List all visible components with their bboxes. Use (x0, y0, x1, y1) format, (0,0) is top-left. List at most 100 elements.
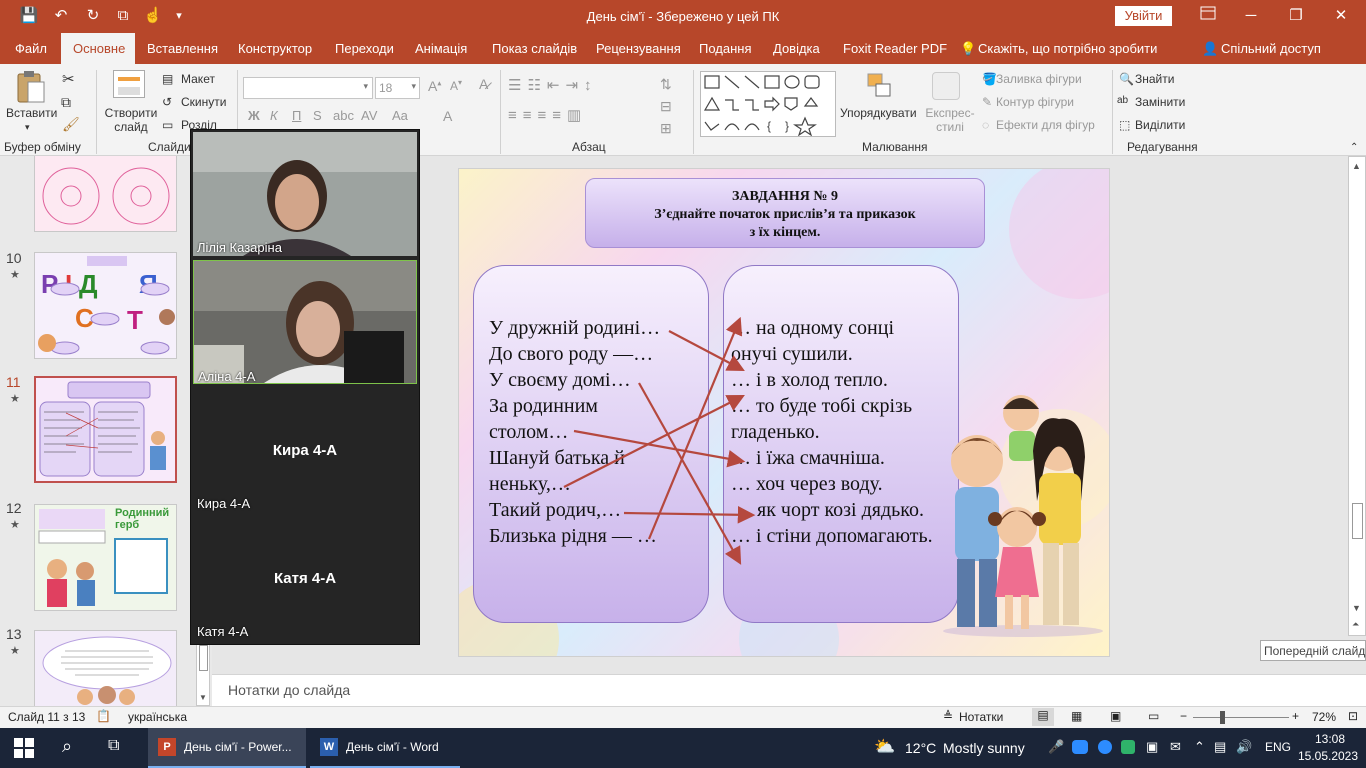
taskbar-powerpoint[interactable]: P День сім'ї - Power... (148, 728, 306, 768)
layout-button[interactable]: Макет (181, 72, 215, 86)
weather-desc[interactable]: Mostly sunny (943, 740, 1025, 756)
volume-icon[interactable]: 🔊 (1236, 739, 1252, 755)
cut-icon[interactable]: ✂ (62, 70, 75, 88)
scroll-up-icon[interactable]: ▲ (1352, 161, 1361, 171)
task-view-icon[interactable]: ⧉ (108, 737, 119, 755)
paste-dropdown-icon[interactable]: ▾ (25, 122, 30, 133)
ribbon-display-options-icon[interactable] (1197, 6, 1219, 26)
find-button[interactable]: Знайти (1135, 72, 1174, 86)
clock-date[interactable]: 15.05.2023 (1296, 749, 1360, 763)
signin-button[interactable]: Увійти (1115, 6, 1172, 26)
quick-styles-icon[interactable] (932, 72, 960, 100)
video-tile-participant-2[interactable]: Аліна 4-А (193, 260, 417, 384)
restore-button[interactable]: ❐ (1285, 6, 1307, 26)
meet-tray-icon[interactable] (1098, 740, 1112, 754)
video-tile-participant-4[interactable]: Катя 4-А Катя 4-А (193, 516, 417, 640)
replace-button[interactable]: Замінити (1135, 95, 1185, 109)
clear-formatting-icon[interactable]: A̷ (479, 76, 488, 92)
slide-thumbnail-10[interactable]: PIДЯСТ (34, 252, 177, 359)
tab-slideshow[interactable]: Показ слайдів (492, 41, 577, 56)
select-button[interactable]: Виділити (1135, 118, 1185, 132)
strikethrough-button[interactable]: S (313, 108, 322, 123)
video-tile-participant-1[interactable]: Лілія Казаріна (193, 132, 417, 256)
character-spacing-icon[interactable]: AV (361, 108, 377, 123)
tab-review[interactable]: Рецензування (596, 41, 681, 56)
zoom-out-icon[interactable]: − (1180, 709, 1187, 723)
shape-effects-button[interactable]: Ефекти для фігур (996, 118, 1095, 132)
weather-temp[interactable]: 12°C (905, 740, 936, 756)
notes-toggle-button[interactable]: Нотатки (959, 710, 1003, 724)
text-shadow-icon[interactable]: abc (333, 108, 354, 123)
notes-pane[interactable]: Нотатки до слайда (212, 674, 1366, 706)
language-indicator[interactable]: українська (128, 710, 187, 724)
reading-view-icon[interactable]: ▣ (1110, 709, 1121, 723)
text-direction-icon[interactable]: ⇅ (660, 76, 672, 93)
bold-button[interactable]: Ж (248, 108, 260, 123)
new-slide-icon[interactable] (113, 70, 145, 98)
windows-start-icon[interactable] (14, 738, 34, 761)
tray-icon[interactable]: ▣ (1146, 739, 1158, 755)
tab-transitions[interactable]: Переходи (335, 41, 394, 56)
spellcheck-icon[interactable]: 📋 (96, 709, 111, 723)
slide-thumbnail-12[interactable]: Родинний герб (34, 504, 177, 611)
copy-icon[interactable]: ⧉ (61, 94, 71, 111)
increase-font-icon[interactable]: A▴ (428, 78, 441, 94)
vertical-scrollbar[interactable]: ▲ ▼ ⏶ (1348, 156, 1366, 636)
zoom-tray-icon[interactable] (1072, 740, 1088, 754)
list-buttons-icon[interactable]: ☰☷⇤⇥↕ (508, 76, 598, 94)
align-text-icon[interactable]: ⊟ (660, 98, 672, 115)
tray-icon-2[interactable]: ✉ (1170, 739, 1181, 755)
arrange-icon[interactable] (866, 72, 892, 100)
normal-view-icon[interactable]: ▤ (1032, 708, 1054, 726)
paste-button[interactable]: Вставити (6, 106, 57, 120)
video-tile-participant-3[interactable]: Кира 4-А Кира 4-А (193, 388, 417, 512)
shapes-gallery[interactable]: {} (700, 71, 836, 137)
quick-styles-button[interactable]: Експрес-стилі (922, 106, 978, 134)
taskbar-word[interactable]: W День сім'ї - Word (310, 728, 460, 768)
tab-foxit[interactable]: Foxit Reader PDF (843, 41, 947, 56)
zoom-slider-thumb[interactable] (1220, 711, 1225, 724)
arrange-button[interactable]: Упорядкувати (840, 106, 917, 120)
change-case-icon[interactable]: Aa (392, 108, 408, 123)
minimize-button[interactable]: ─ (1240, 6, 1262, 26)
align-buttons-icon[interactable]: ≡≡≡≡▥ (508, 106, 587, 124)
share-button[interactable]: Спільний доступ (1221, 41, 1321, 56)
tab-help[interactable]: Довідка (773, 41, 820, 56)
fit-to-window-icon[interactable]: ⊡ (1348, 709, 1358, 723)
italic-button[interactable]: К (270, 108, 278, 123)
tab-animation[interactable]: Анімація (415, 41, 467, 56)
tell-me-search[interactable]: Скажіть, що потрібно зробити (978, 41, 1157, 56)
font-color-icon[interactable]: A (443, 108, 452, 124)
paste-icon[interactable] (15, 70, 47, 106)
format-painter-icon[interactable]: 🖌 (62, 116, 80, 133)
zoom-level[interactable]: 72% (1312, 710, 1336, 724)
font-family-input[interactable]: ▾ (243, 77, 373, 99)
tab-insert[interactable]: Вставлення (147, 41, 218, 56)
slide-thumbnail-11-selected[interactable] (34, 376, 177, 483)
reset-button[interactable]: Скинути (181, 95, 226, 109)
smartart-icon[interactable]: ⊞ (660, 120, 672, 137)
show-hidden-icons-icon[interactable]: ⌃ (1194, 739, 1205, 755)
slide-thumbnail-9[interactable] (34, 156, 177, 232)
underline-button[interactable]: П (292, 108, 301, 123)
zoom-slider[interactable] (1193, 717, 1289, 718)
tab-home-active[interactable]: Основне (61, 33, 135, 64)
font-size-input[interactable]: 18 ▾ (375, 77, 420, 99)
scroll-thumb[interactable] (1352, 503, 1363, 539)
previous-slide-icon[interactable]: ⏶ (1352, 619, 1359, 630)
new-slide-button[interactable]: Створити слайд (104, 106, 158, 134)
tab-view[interactable]: Подання (699, 41, 752, 56)
network-icon[interactable]: ▤ (1214, 739, 1226, 755)
scroll-down-icon[interactable]: ▼ (1352, 603, 1361, 613)
tab-design[interactable]: Конструктор (238, 41, 312, 56)
search-icon[interactable]: ⌕ (62, 736, 72, 757)
slide-sorter-icon[interactable]: ▦ (1071, 709, 1082, 723)
zoom-in-icon[interactable]: + (1292, 709, 1299, 723)
clock-time[interactable]: 13:08 (1305, 732, 1355, 746)
collapse-ribbon-icon[interactable]: ⌃ (1350, 142, 1358, 153)
close-button[interactable]: ✕ (1330, 6, 1352, 26)
shape-fill-button[interactable]: Заливка фігури (996, 72, 1082, 86)
slide-thumbnail-13[interactable] (34, 630, 177, 706)
slideshow-view-icon[interactable]: ▭ (1148, 709, 1159, 723)
input-language[interactable]: ENG (1265, 740, 1291, 754)
